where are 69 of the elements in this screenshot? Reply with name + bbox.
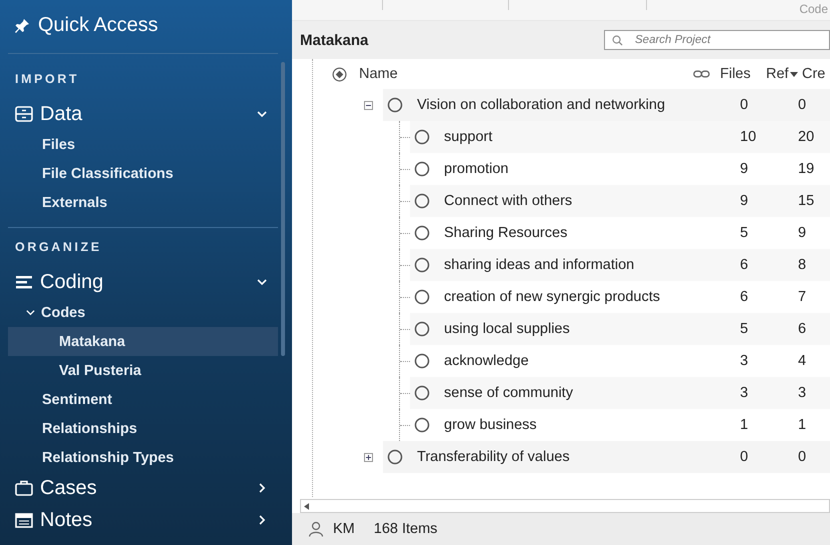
collapse-icon[interactable]: [364, 100, 373, 110]
chevron-right-icon: [257, 515, 267, 525]
tree-row[interactable]: acknowledge 3 4: [410, 345, 830, 377]
nav-group-header[interactable]: Notes: [8, 504, 278, 536]
chevron-right-icon: [257, 483, 267, 493]
tree-row[interactable]: Sharing Resources 5 9: [410, 217, 830, 249]
scroll-left-icon[interactable]: [304, 502, 309, 510]
user-icon: [308, 521, 324, 537]
add-circle-icon[interactable]: [332, 66, 347, 82]
calendar-icon: [15, 512, 33, 528]
nav-group-header[interactable]: Coding: [8, 266, 278, 298]
tree-row[interactable]: using local supplies 5 6: [410, 313, 830, 345]
nav-group-header[interactable]: Data: [8, 98, 278, 130]
circle-icon: [414, 321, 430, 337]
quick-access-button[interactable]: Quick Access: [8, 8, 278, 54]
expand-icon[interactable]: [364, 452, 373, 462]
horizontal-scrollbar[interactable]: [300, 499, 830, 513]
nav-item[interactable]: Matakana: [8, 327, 278, 356]
circle-icon: [387, 97, 403, 113]
item-count: 168 Items: [374, 521, 438, 537]
circle-icon: [414, 257, 430, 273]
nav-item[interactable]: Files: [8, 130, 278, 159]
circle-icon: [414, 129, 430, 145]
tree-row[interactable]: grow business 1 1: [410, 409, 830, 441]
nav-item[interactable]: Val Pusteria: [8, 356, 278, 385]
tree-row[interactable]: Vision on collaboration and networking 0 0: [383, 89, 830, 121]
circle-icon: [414, 161, 430, 177]
nav-group-header[interactable]: Cases: [8, 472, 278, 504]
tree-row[interactable]: Connect with others 9 15: [410, 185, 830, 217]
section-label: ORGANIZE: [15, 240, 102, 254]
circle-icon: [387, 449, 403, 465]
nav-item[interactable]: Relationships: [8, 414, 278, 443]
section-label: IMPORT: [15, 72, 80, 86]
circle-icon: [414, 225, 430, 241]
panel-title: Matakana: [300, 32, 370, 48]
column-header[interactable]: Name: [359, 66, 693, 82]
tree-row[interactable]: sense of community 3 3: [410, 377, 830, 409]
search-field[interactable]: Search Project: [604, 30, 830, 50]
column-header[interactable]: Files: [720, 66, 766, 82]
circle-icon: [414, 417, 430, 433]
tree-row[interactable]: Transferability of values 0 0: [383, 441, 830, 473]
user-initials: KM: [333, 521, 355, 537]
search-icon: [612, 35, 623, 46]
scrollbar-thumb[interactable]: [281, 62, 285, 356]
chevron-down-icon: [257, 277, 267, 287]
ribbon-label: Code: [799, 2, 828, 16]
circle-icon: [414, 385, 430, 401]
chevron-down-icon: [257, 109, 267, 119]
nav-item[interactable]: Sentiment: [8, 385, 278, 414]
tree-row[interactable]: creation of new synergic products 6 7: [410, 281, 830, 313]
tree-row[interactable]: sharing ideas and information 6 8: [410, 249, 830, 281]
column-header[interactable]: Ref: [766, 66, 790, 82]
nav-item[interactable]: File Classifications: [8, 159, 278, 188]
tree-row[interactable]: support 10 20: [410, 121, 830, 153]
drawer-icon: [15, 106, 33, 122]
briefcase-icon: [15, 480, 33, 496]
lines-icon: [15, 274, 33, 290]
nav-item[interactable]: Codes: [8, 298, 278, 327]
sort-arrow-icon: [790, 72, 798, 76]
nav-item[interactable]: Relationship Types: [8, 443, 278, 472]
circle-icon: [414, 289, 430, 305]
tree-row[interactable]: promotion 9 19: [410, 153, 830, 185]
circle-icon: [414, 193, 430, 209]
pin-icon: [14, 18, 30, 34]
column-header[interactable]: Cre: [802, 66, 830, 82]
circle-icon: [414, 353, 430, 369]
nav-item[interactable]: Externals: [8, 188, 278, 217]
chevron-down-icon: [26, 308, 35, 317]
link-icon[interactable]: [693, 69, 710, 79]
